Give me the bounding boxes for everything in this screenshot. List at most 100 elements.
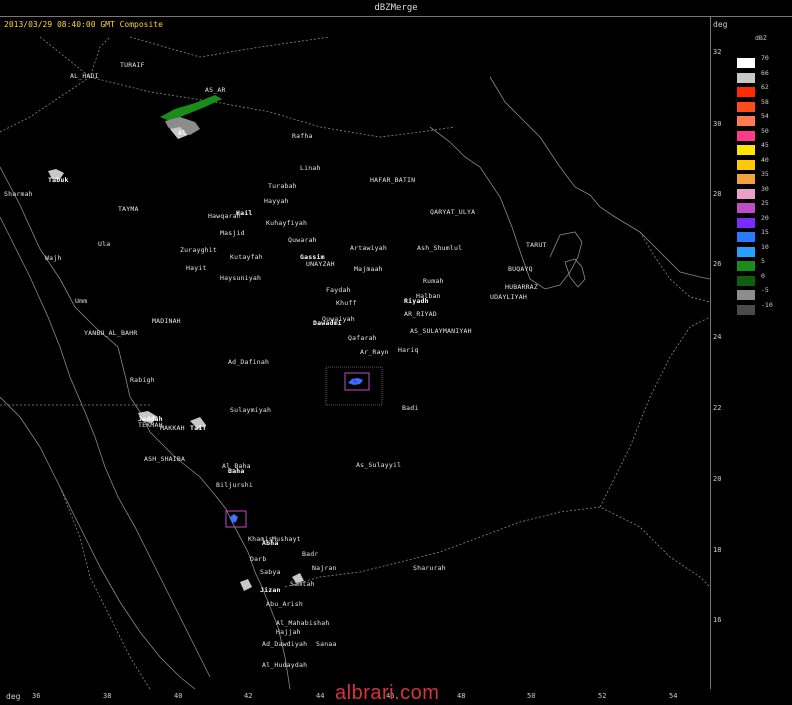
city-label: Rumah xyxy=(423,277,444,285)
city-label: Taif xyxy=(190,424,207,432)
city-label: Kuhayfiyah xyxy=(266,219,308,227)
radar-map[interactable] xyxy=(0,17,711,689)
city-label: YANBU_AL_BAHR xyxy=(84,329,138,337)
city-label: Al_Mahabishah xyxy=(276,619,330,627)
city-label: Tabuk xyxy=(48,176,69,184)
city-label: Umm xyxy=(75,297,88,305)
city-label: Badi xyxy=(402,404,419,412)
city-label: Kutayfah xyxy=(230,253,263,261)
sudan-border xyxy=(59,486,151,689)
latitude-tick-label: 22 xyxy=(713,404,722,412)
city-label: Haysuniyah xyxy=(220,274,262,282)
coastline-west xyxy=(0,216,211,678)
legend-swatch xyxy=(737,304,755,315)
legend-swatch xyxy=(737,101,755,112)
legend-swatch xyxy=(737,232,755,242)
yemen-border xyxy=(284,506,710,588)
legend-swatch xyxy=(737,145,755,155)
legend-swatch xyxy=(737,188,755,199)
city-label: Hajjah xyxy=(276,628,301,636)
legend-value-label: 54 xyxy=(761,112,769,120)
city-label: Khuff xyxy=(336,299,357,307)
legend-swatch xyxy=(737,58,755,68)
city-label: UDAYLIYAH xyxy=(490,293,528,301)
city-label: Quwarah xyxy=(288,236,317,244)
city-label: Rabigh xyxy=(130,376,155,384)
city-label: AS_AR xyxy=(205,86,226,94)
longitude-tick-label: 36 xyxy=(32,692,41,700)
legend-swatch xyxy=(737,261,755,271)
city-label: Majmaah xyxy=(354,265,383,273)
longitude-tick-label: 54 xyxy=(669,692,678,700)
city-label: Ash_Shumlul xyxy=(417,244,463,252)
legend-value-label: 62 xyxy=(761,83,769,91)
longitude-tick-label: 38 xyxy=(103,692,112,700)
map-borders xyxy=(0,36,710,689)
latitude-tick-label: 20 xyxy=(713,475,722,483)
city-label: MAKKAH xyxy=(160,424,185,432)
legend-value-label: 45 xyxy=(761,141,769,149)
latitude-tick-label: 30 xyxy=(713,120,722,128)
city-label: Biljurshi xyxy=(216,481,254,489)
legend-swatch xyxy=(737,275,755,286)
city-label: Zurayghit xyxy=(180,246,218,254)
iraq-border xyxy=(129,36,331,58)
city-label: Darb xyxy=(250,555,267,563)
legend-swatch xyxy=(737,130,755,141)
city-label: Baha xyxy=(228,467,245,475)
city-label: AL_HADI xyxy=(70,72,99,80)
city-label: Wajh xyxy=(45,254,62,262)
lon-unit-label: deg xyxy=(6,692,21,701)
legend-value-label: 35 xyxy=(761,170,769,178)
city-label: Masjid xyxy=(220,229,245,237)
city-label: Linah xyxy=(300,164,321,172)
watermark: albrari.com xyxy=(335,682,440,704)
legend-swatch xyxy=(737,174,755,184)
legend-swatch xyxy=(737,246,755,257)
echo-cluster xyxy=(160,95,222,121)
legend-value-label: 0 xyxy=(761,271,765,280)
longitude-tick-label: 44 xyxy=(316,692,325,700)
legend-swatch xyxy=(737,116,755,126)
city-label: Samtah xyxy=(290,580,315,588)
city-label: Ad_Dawdiyah xyxy=(262,640,308,648)
window-title: dBZMerge xyxy=(0,0,792,17)
legend-value-label: 20 xyxy=(761,213,769,222)
legend-value-label: 58 xyxy=(761,97,769,106)
city-label: UNAYZAH xyxy=(306,260,335,268)
oman-border xyxy=(599,316,710,508)
legend-swatch xyxy=(737,159,755,170)
city-label: TEKMAH xyxy=(138,421,163,429)
city-label: BUQAYQ xyxy=(508,265,533,273)
legend-unit: dBZ xyxy=(755,34,767,42)
city-label: QARYAT_ULYA xyxy=(430,208,476,216)
jordan-border xyxy=(0,36,111,133)
legend-value-label: 25 xyxy=(761,199,769,207)
legend-value-label: 40 xyxy=(761,155,769,164)
lat-unit-label: deg xyxy=(713,20,728,29)
city-label: Artawiyah xyxy=(350,244,388,252)
city-label: Faydah xyxy=(326,286,351,294)
city-label: Riyadh xyxy=(404,297,429,305)
city-label: Sanaa xyxy=(316,640,337,648)
city-label: Turabah xyxy=(268,182,297,190)
longitude-tick-label: 50 xyxy=(527,692,536,700)
city-label: Hayyah xyxy=(264,197,289,205)
city-label: Al_Hudaydah xyxy=(262,661,308,669)
city-label: Ad_Dafinah xyxy=(228,358,270,366)
latitude-tick-label: 24 xyxy=(713,333,722,341)
latitude-tick-label: 26 xyxy=(713,260,722,268)
legend-swatch xyxy=(737,72,755,83)
northern-border xyxy=(39,36,456,138)
longitude-tick-label: 42 xyxy=(244,692,253,700)
city-label: TAYMA xyxy=(118,205,139,213)
city-label: Hayit xyxy=(186,264,207,272)
legend-value-label: -5 xyxy=(761,286,769,294)
africa-coast xyxy=(0,396,196,689)
legend-swatch xyxy=(737,203,755,213)
gulf-coast xyxy=(489,76,710,280)
city-label: Sulaymiyah xyxy=(230,406,272,414)
legend-value-label: 5 xyxy=(761,257,765,265)
city-label: Ula xyxy=(98,240,111,248)
city-label: TURAIF xyxy=(120,61,145,69)
